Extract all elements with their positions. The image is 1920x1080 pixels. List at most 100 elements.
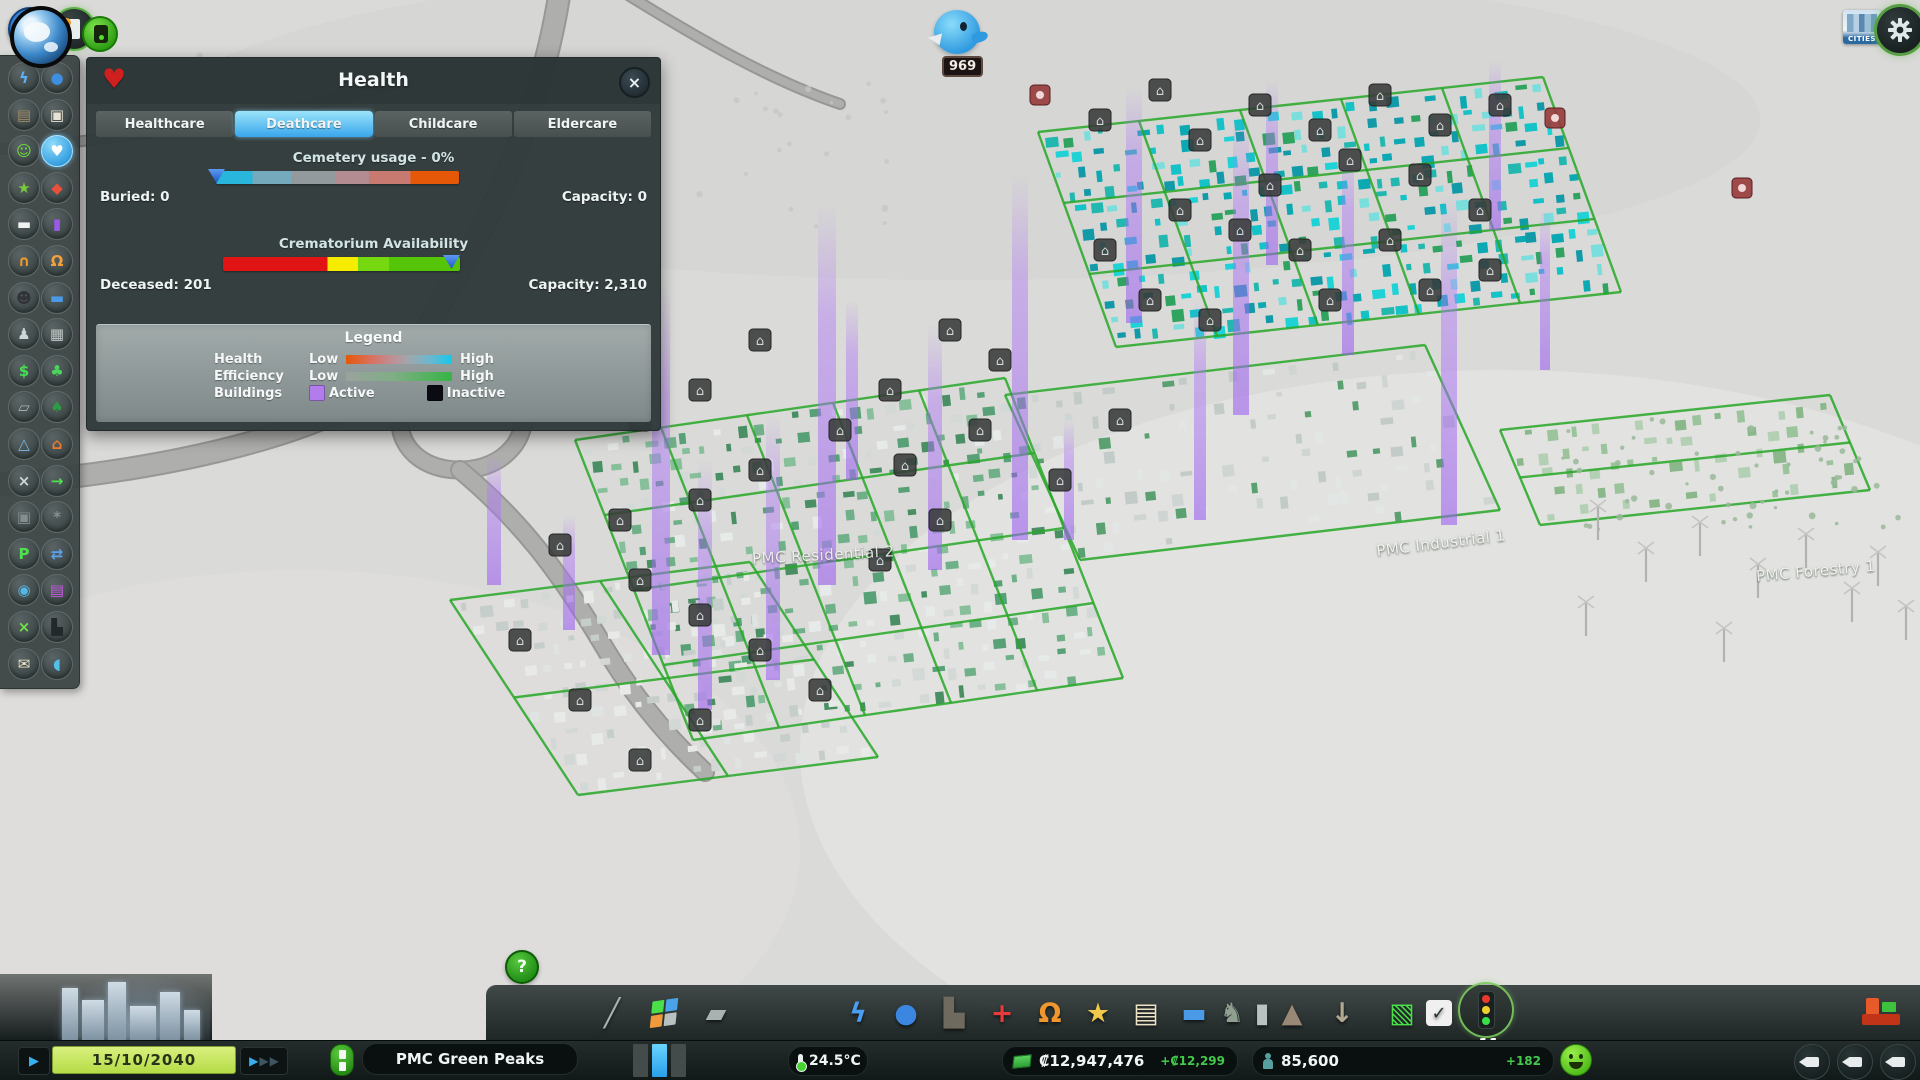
mod-green-tool-button[interactable]: ▧	[1382, 993, 1422, 1033]
building-notification-marker[interactable]: ⌂	[1049, 469, 1071, 491]
building-notification-marker[interactable]: ⌂	[749, 459, 771, 481]
building-notification-marker[interactable]: ⌂	[879, 379, 901, 401]
building-notification-marker[interactable]: ⌂	[1149, 79, 1171, 101]
building-notification-marker[interactable]: ⌂	[894, 454, 916, 476]
population-display[interactable]: 85,600 +182	[1252, 1046, 1554, 1076]
building-notification-marker[interactable]: ⌂	[749, 639, 771, 661]
monuments-tool-button[interactable]: ▲	[1272, 993, 1312, 1033]
zoning-tool-button[interactable]	[644, 993, 684, 1033]
tab-eldercare[interactable]: Eldercare	[514, 111, 651, 137]
happiness-infoview-icon[interactable]: ☺	[8, 135, 40, 167]
garbage-tool-button[interactable]: ▙	[934, 993, 974, 1033]
population-infoview-icon[interactable]: ♟	[8, 318, 40, 350]
maintenance-infoview-icon[interactable]: ×	[8, 465, 40, 497]
parking-infoview-icon[interactable]: P	[8, 538, 40, 570]
education-tool-button[interactable]: ▤	[1126, 993, 1166, 1033]
milestone-unlock-button[interactable]	[82, 16, 118, 52]
building-notification-marker[interactable]: ⌂	[829, 419, 851, 441]
economy-infoview-icon[interactable]: $	[8, 355, 40, 387]
building-notification-marker[interactable]: ⌂	[1139, 289, 1161, 311]
outside-connections-infoview-icon[interactable]: →	[41, 465, 73, 497]
landscaping-tool-button[interactable]: ↓	[1322, 993, 1362, 1033]
cargo-infoview-icon[interactable]: ▣	[41, 99, 73, 131]
tmpe-traffic-manager-button[interactable]	[1458, 982, 1514, 1038]
free-camera-button[interactable]	[1794, 1044, 1830, 1080]
city-buildings-infoview-icon[interactable]: ▦	[41, 318, 73, 350]
cinematic-camera-button[interactable]	[1837, 1044, 1873, 1080]
building-notification-marker[interactable]: ⌂	[689, 489, 711, 511]
settings-gear-button[interactable]	[1874, 4, 1920, 56]
mod-checkbox-tool-button[interactable]: ✓	[1419, 993, 1459, 1033]
chirper-button[interactable]: 969	[928, 6, 988, 82]
natural-resources-infoview-icon[interactable]: ♣	[41, 355, 73, 387]
building-notification-marker[interactable]: ⌂	[929, 509, 951, 531]
play-pause-button[interactable]: ▶	[18, 1047, 50, 1075]
building-notification-marker[interactable]: ⌂	[1419, 279, 1441, 301]
noise-infoview-icon[interactable]: ∩	[8, 245, 40, 277]
building-notification-marker[interactable]: ⌂	[1169, 199, 1191, 221]
building-notification-marker[interactable]: ⌂	[1339, 149, 1361, 171]
building-notification-marker[interactable]: ⌂	[1189, 129, 1211, 151]
leisure-infoview-icon[interactable]: ♠	[41, 391, 73, 423]
speed-controls[interactable]: ▶ ▶ ▶	[240, 1047, 288, 1075]
building-notification-marker[interactable]: ⌂	[1369, 84, 1391, 106]
electricity-tool-button[interactable]: ϟ	[838, 993, 878, 1033]
building-notification-marker[interactable]: ⌂	[809, 679, 831, 701]
bulldozer-button[interactable]	[1858, 994, 1904, 1028]
building-notification-marker[interactable]: ⌂	[1199, 309, 1221, 331]
terrain-height-infoview-icon[interactable]: △	[8, 428, 40, 460]
districts-tool-button[interactable]: ▰	[696, 993, 736, 1033]
building-notification-marker[interactable]: ⌂	[1249, 94, 1271, 116]
tab-healthcare[interactable]: Healthcare	[96, 111, 233, 137]
building-notification-marker[interactable]: ⌂	[1309, 119, 1331, 141]
problem-notification-marker[interactable]	[1732, 178, 1752, 198]
garbage-infoview-icon[interactable]: ▤	[8, 99, 40, 131]
post-infoview-icon[interactable]: ✉	[8, 648, 40, 680]
building-notification-marker[interactable]: ⌂	[1094, 239, 1116, 261]
building-notification-marker[interactable]: ⌂	[749, 329, 771, 351]
traffic-infoview-icon[interactable]: ▬	[8, 208, 40, 240]
healthcare-tool-button[interactable]: +	[982, 993, 1022, 1033]
building-notification-marker[interactable]: ⌂	[629, 749, 651, 771]
money-display[interactable]: ₡12,947,476 +₡12,299	[1002, 1046, 1238, 1076]
building-notification-marker[interactable]: ⌂	[1429, 114, 1451, 136]
health-infoview-icon[interactable]: ♥	[41, 135, 73, 167]
public-transport-infoview-icon[interactable]: ▬	[41, 282, 73, 314]
crime-infoview-icon[interactable]: ☻	[8, 282, 40, 314]
help-button[interactable]: ?	[505, 950, 539, 984]
fire-department-tool-button[interactable]: Ω	[1030, 993, 1070, 1033]
building-notification-marker[interactable]: ⌂	[1469, 199, 1491, 221]
close-button[interactable]: ×	[619, 67, 650, 98]
public-transport-tool-button[interactable]: ▬	[1174, 993, 1214, 1033]
problem-notification-marker[interactable]	[1545, 108, 1565, 128]
building-notification-marker[interactable]: ⌂	[1489, 94, 1511, 116]
building-notification-marker[interactable]: ⌂	[509, 629, 531, 651]
police-tool-button[interactable]: ★	[1078, 993, 1118, 1033]
problem-notification-marker[interactable]	[1030, 85, 1050, 105]
building-notification-marker[interactable]: ⌂	[609, 509, 631, 531]
building-notification-marker[interactable]: ⌂	[549, 534, 571, 556]
traffic-routes-infoview-icon[interactable]: ⇄	[41, 538, 73, 570]
building-notification-marker[interactable]: ⌂	[689, 604, 711, 626]
limits-indicator-button[interactable]	[330, 1044, 354, 1076]
entertainment-infoview-icon[interactable]: Ω	[41, 245, 73, 277]
building-notification-marker[interactable]: ⌂	[1319, 289, 1341, 311]
rci-demand-indicator[interactable]	[633, 1044, 691, 1077]
screenshots-infoview-icon[interactable]: ▣	[8, 501, 40, 533]
building-notification-marker[interactable]: ⌂	[629, 569, 651, 591]
tourism-infoview-icon[interactable]: ◉	[8, 574, 40, 606]
building-notification-marker[interactable]: ⌂	[1289, 239, 1311, 261]
building-notification-marker[interactable]: ⌂	[1089, 109, 1111, 131]
heating-infoview-icon[interactable]: ⌂	[41, 428, 73, 460]
building-notification-marker[interactable]: ⌂	[1229, 219, 1251, 241]
building-notification-marker[interactable]: ⌂	[1259, 174, 1281, 196]
building-notification-marker[interactable]: ⌂	[1409, 164, 1431, 186]
pollution-infoview-icon[interactable]: ▮	[41, 208, 73, 240]
building-notification-marker[interactable]: ⌂	[569, 689, 591, 711]
terrain-infoview-icon[interactable]: ▱	[8, 391, 40, 423]
tab-deathcare[interactable]: Deathcare	[235, 111, 372, 137]
land-value-infoview-icon[interactable]: ★	[8, 172, 40, 204]
wind-infoview-icon[interactable]: ◆	[41, 172, 73, 204]
commercial-infoview-icon[interactable]: ▤	[41, 574, 73, 606]
building-notification-marker[interactable]: ⌂	[689, 709, 711, 731]
